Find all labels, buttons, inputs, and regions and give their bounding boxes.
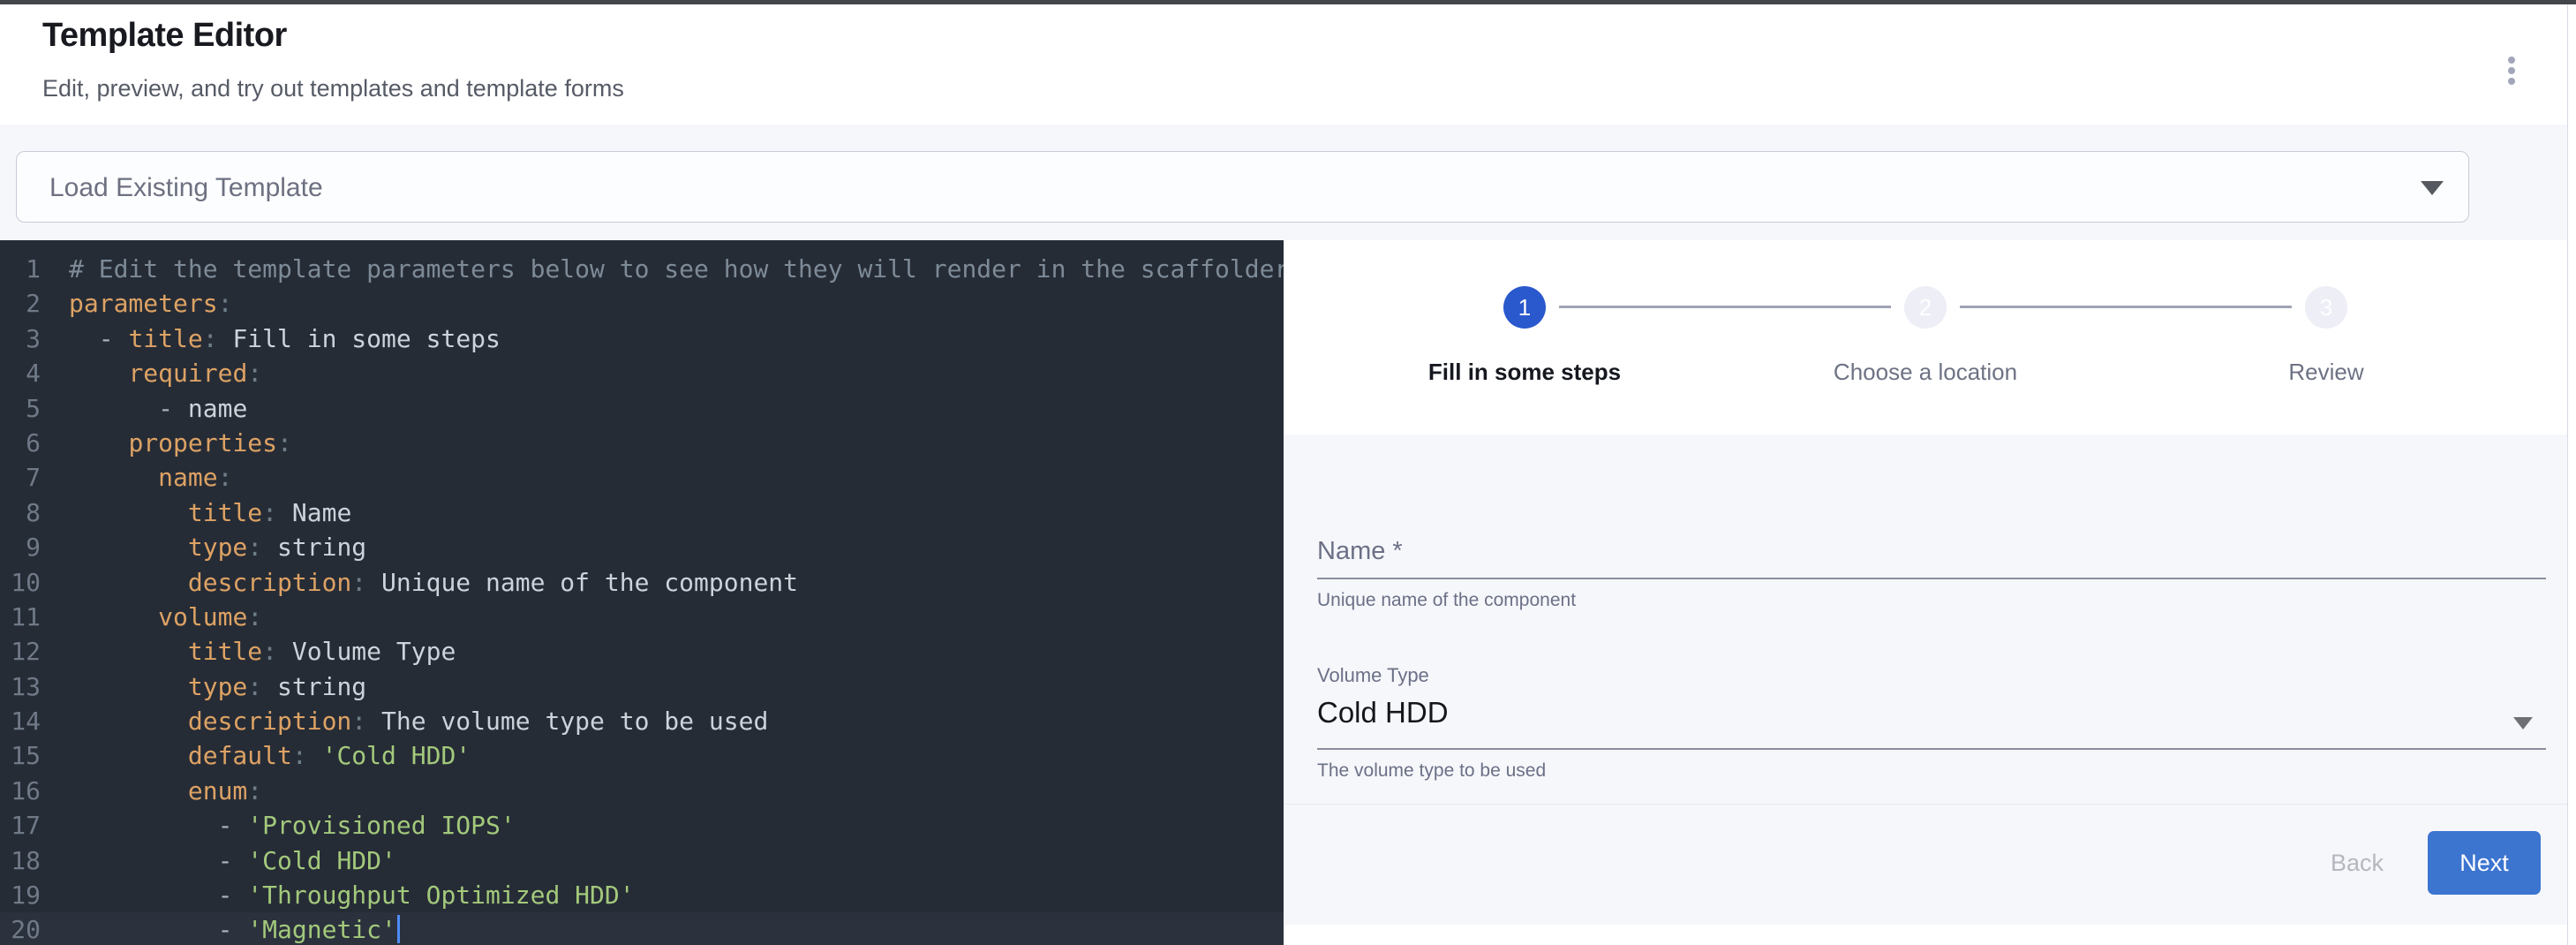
line-number: 18 bbox=[0, 843, 41, 878]
code-line-content: title: Name bbox=[41, 495, 351, 530]
line-number: 20 bbox=[0, 912, 41, 945]
code-line[interactable]: 1# Edit the template parameters below to… bbox=[0, 252, 1284, 286]
footer-divider bbox=[1284, 804, 2567, 805]
line-number: 16 bbox=[0, 774, 41, 808]
step-3-label: Review bbox=[2288, 359, 2363, 386]
code-line-content: enum: bbox=[41, 774, 262, 808]
code-line[interactable]: 8 title: Name bbox=[0, 495, 1284, 530]
code-line-content: parameters: bbox=[41, 286, 232, 321]
name-input[interactable]: Name * bbox=[1317, 537, 1403, 566]
code-line-content: type: string bbox=[41, 530, 366, 564]
code-line[interactable]: 15 default: 'Cold HDD' bbox=[0, 738, 1284, 773]
load-existing-template-select[interactable]: Load Existing Template bbox=[16, 151, 2469, 223]
code-line-content: description: Unique name of the componen… bbox=[41, 565, 798, 600]
step-3-indicator: 3 bbox=[2305, 286, 2347, 329]
code-line[interactable]: 5 - name bbox=[0, 391, 1284, 426]
code-line-content: - name bbox=[41, 391, 247, 426]
code-line-content: name: bbox=[41, 460, 232, 495]
code-line-content: type: string bbox=[41, 669, 366, 704]
line-number: 15 bbox=[0, 738, 41, 773]
volume-type-select[interactable]: Cold HDD bbox=[1317, 696, 1449, 730]
code-line[interactable]: 18 - 'Cold HDD' bbox=[0, 843, 1284, 878]
template-preview-panel: 1 Fill in some steps 2 Choose a location 3 Re… bbox=[1284, 240, 2567, 945]
code-editor[interactable]: 1# Edit the template parameters below to… bbox=[0, 240, 1284, 945]
line-number: 5 bbox=[0, 391, 41, 426]
step-1-label: Fill in some steps bbox=[1428, 359, 1621, 386]
load-existing-template-placeholder: Load Existing Template bbox=[49, 173, 323, 203]
code-line[interactable]: 14 description: The volume type to be us… bbox=[0, 704, 1284, 738]
line-number: 9 bbox=[0, 530, 41, 564]
line-number: 14 bbox=[0, 704, 41, 738]
back-button[interactable]: Back bbox=[2295, 831, 2419, 895]
page-title: Template Editor bbox=[42, 17, 287, 55]
code-line-content: title: Volume Type bbox=[41, 634, 456, 669]
line-number: 19 bbox=[0, 878, 41, 912]
step-connector bbox=[1960, 306, 2292, 308]
code-line-content: - 'Provisioned IOPS' bbox=[41, 808, 516, 843]
step-2-label: Choose a location bbox=[1834, 359, 2017, 386]
code-line-content: - title: Fill in some steps bbox=[41, 321, 501, 356]
next-button[interactable]: Next bbox=[2428, 831, 2541, 895]
code-line[interactable]: 3 - title: Fill in some steps bbox=[0, 321, 1284, 356]
code-line[interactable]: 17 - 'Provisioned IOPS' bbox=[0, 808, 1284, 843]
name-helper-text: Unique name of the component bbox=[1317, 590, 1576, 611]
caret-down-icon bbox=[2513, 717, 2533, 730]
code-editor-lines: 1# Edit the template parameters below to… bbox=[0, 252, 1284, 945]
code-line-content: required: bbox=[41, 356, 262, 390]
line-number: 17 bbox=[0, 808, 41, 843]
code-line[interactable]: 16 enum: bbox=[0, 774, 1284, 808]
code-line[interactable]: 13 type: string bbox=[0, 669, 1284, 704]
text-cursor bbox=[397, 915, 400, 943]
scrollbar-track[interactable] bbox=[2567, 4, 2576, 945]
volume-type-label: Volume Type bbox=[1317, 664, 1429, 687]
stepper-track: 1 Fill in some steps 2 Choose a location 3 Re… bbox=[1324, 240, 2527, 435]
window-top-edge bbox=[0, 0, 2576, 4]
line-number: 6 bbox=[0, 426, 41, 460]
main-split: 1# Edit the template parameters below to… bbox=[0, 240, 2576, 945]
code-line[interactable]: 4 required: bbox=[0, 356, 1284, 390]
code-line[interactable]: 10 description: Unique name of the compo… bbox=[0, 565, 1284, 600]
code-line[interactable]: 12 title: Volume Type bbox=[0, 634, 1284, 669]
line-number: 13 bbox=[0, 669, 41, 704]
wizard-form: Name * Unique name of the component Volu… bbox=[1284, 435, 2567, 925]
line-number: 11 bbox=[0, 600, 41, 634]
volume-type-helper-text: The volume type to be used bbox=[1317, 760, 1546, 782]
page-header: Template Editor Edit, preview, and try o… bbox=[0, 4, 2576, 124]
code-line-content: - 'Cold HDD' bbox=[41, 843, 396, 878]
line-number: 3 bbox=[0, 321, 41, 356]
line-number: 8 bbox=[0, 495, 41, 530]
code-line-content: default: 'Cold HDD' bbox=[41, 738, 471, 773]
code-line[interactable]: 6 properties: bbox=[0, 426, 1284, 460]
line-number: 1 bbox=[0, 252, 41, 286]
code-line[interactable]: 7 name: bbox=[0, 460, 1284, 495]
code-line-content: # Edit the template parameters below to … bbox=[41, 252, 1284, 286]
wizard-stepper: 1 Fill in some steps 2 Choose a location 3 Re… bbox=[1284, 240, 2567, 435]
code-line-content: - 'Throughput Optimized HDD' bbox=[41, 878, 635, 912]
line-number: 7 bbox=[0, 460, 41, 495]
line-number: 4 bbox=[0, 356, 41, 390]
code-line-content: volume: bbox=[41, 600, 262, 634]
code-line[interactable]: 9 type: string bbox=[0, 530, 1284, 564]
step-2-indicator: 2 bbox=[1904, 286, 1947, 329]
line-number: 10 bbox=[0, 565, 41, 600]
code-line-content: properties: bbox=[41, 426, 292, 460]
code-line[interactable]: 11 volume: bbox=[0, 600, 1284, 634]
volume-type-underline bbox=[1317, 748, 2546, 750]
line-number: 2 bbox=[0, 286, 41, 321]
page-subtitle: Edit, preview, and try out templates and… bbox=[42, 75, 624, 102]
template-loader-section: Load Existing Template bbox=[0, 125, 2576, 240]
code-line-content: description: The volume type to be used bbox=[41, 704, 768, 738]
caret-down-icon bbox=[2421, 181, 2444, 195]
code-line[interactable]: 19 - 'Throughput Optimized HDD' bbox=[0, 878, 1284, 912]
line-number: 12 bbox=[0, 634, 41, 669]
step-connector bbox=[1559, 306, 1891, 308]
code-line[interactable]: 20 - 'Magnetic' bbox=[0, 912, 1284, 945]
step-1-indicator: 1 bbox=[1503, 286, 1546, 329]
name-input-underline[interactable] bbox=[1317, 578, 2546, 579]
code-line-content: - 'Magnetic' bbox=[41, 912, 400, 945]
code-line[interactable]: 2parameters: bbox=[0, 286, 1284, 321]
more-options-button[interactable] bbox=[2492, 47, 2531, 94]
